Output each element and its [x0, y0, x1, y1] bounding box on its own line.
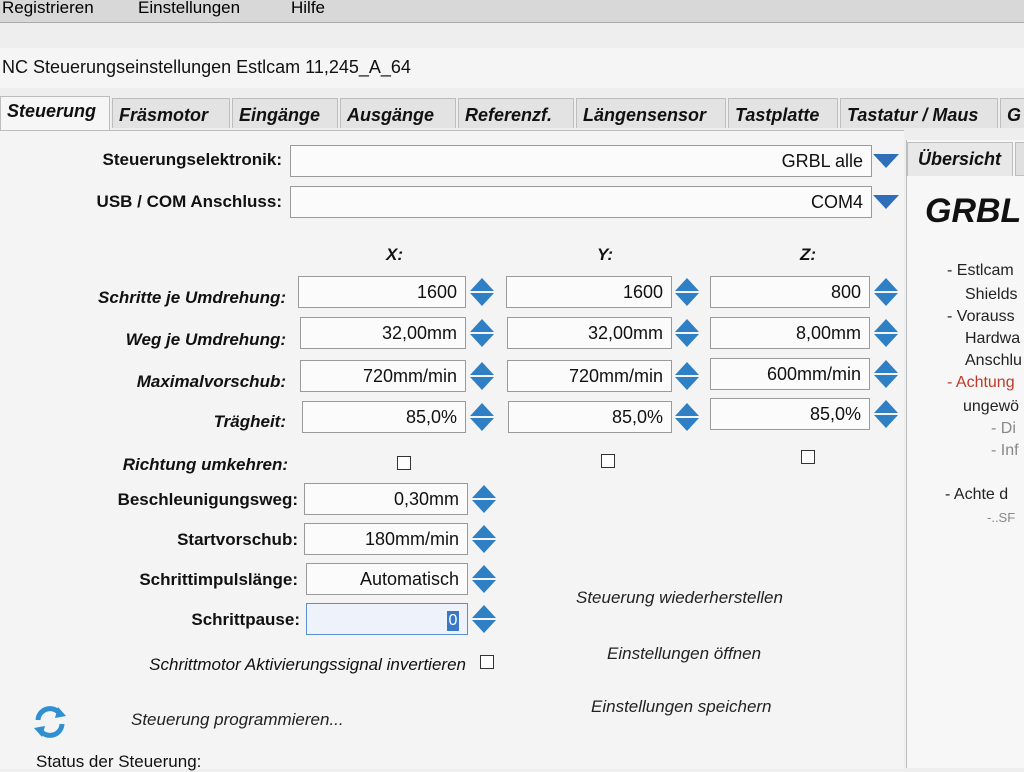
start-feed-label: Startvorschub: [177, 530, 298, 549]
step-pause-value: 0 [447, 611, 459, 631]
menu-registrieren[interactable]: Registrieren [2, 0, 94, 18]
menu-einstellungen[interactable]: Einstellungen [138, 0, 240, 18]
reverse-direction-label: Richtung umkehren: [122, 455, 288, 474]
chevron-down-icon[interactable] [873, 195, 899, 209]
inertia-label: Trägheit: [213, 412, 286, 431]
max-feed-label: Maximalvorschub: [136, 372, 286, 391]
step-pulse-length-label: Schrittimpulslänge: [139, 570, 298, 589]
steps-x-field[interactable]: 1600 [298, 276, 466, 308]
step-pause-field[interactable]: 0 [306, 603, 468, 635]
steps-per-rev-label: Schritte je Umdrehung: [98, 288, 286, 307]
info-panel: Übersicht GRBL - Estlcam Shields - Vorau… [906, 140, 1024, 768]
inertia-z-spinner[interactable] [874, 398, 898, 430]
info-line: -..SF [987, 510, 1016, 525]
max-feed-x-spinner[interactable] [470, 360, 494, 392]
max-feed-z-field[interactable]: 600mm/min [710, 358, 870, 390]
travel-z-spinner[interactable] [874, 317, 898, 349]
info-line: Anschlu [965, 352, 1022, 369]
tab-eingaenge[interactable]: Eingänge [232, 98, 338, 128]
max-feed-x-field[interactable]: 720mm/min [300, 360, 466, 392]
open-settings-button[interactable]: Einstellungen öffnen [607, 644, 761, 664]
start-feed-field[interactable]: 180mm/min [304, 523, 468, 555]
port-select[interactable]: COM4 [290, 186, 872, 218]
tab-info-second[interactable] [1015, 142, 1024, 176]
travel-z-field[interactable]: 8,00mm [710, 317, 870, 349]
column-header-z: Z: [800, 245, 817, 264]
info-line: - Di [991, 420, 1016, 437]
tab-fraesmotor[interactable]: Fräsmotor [112, 98, 230, 128]
travel-per-rev-label: Weg je Umdrehung: [125, 330, 286, 349]
controller-status-label: Status der Steuerung: [36, 752, 202, 771]
travel-x-spinner[interactable] [470, 317, 494, 349]
window-titlebar: NC Steuerungseinstellungen Estlcam 11,24… [0, 48, 1024, 88]
tab-laengensensor[interactable]: Längensensor [576, 98, 726, 128]
tab-more[interactable]: G [1000, 98, 1024, 128]
info-warning-line: - Achtung [947, 374, 1015, 391]
inertia-y-spinner[interactable] [675, 401, 699, 433]
tab-ausgaenge[interactable]: Ausgänge [340, 98, 456, 128]
info-line: - Vorauss [947, 308, 1015, 325]
info-line: Hardwa [965, 330, 1021, 347]
reverse-x-checkbox[interactable] [397, 456, 411, 470]
start-feed-spinner[interactable] [472, 523, 496, 555]
controller-select[interactable]: GRBL alle [290, 145, 872, 177]
tab-tastplatte[interactable]: Tastplatte [728, 98, 838, 128]
inertia-z-field[interactable]: 85,0% [710, 398, 870, 430]
travel-y-spinner[interactable] [675, 317, 699, 349]
steps-y-spinner[interactable] [675, 276, 699, 308]
travel-x-field[interactable]: 32,00mm [300, 317, 466, 349]
info-line: ungewö [963, 398, 1020, 415]
acceleration-distance-spinner[interactable] [472, 483, 496, 515]
acceleration-distance-label: Beschleunigungsweg: [117, 490, 298, 509]
inertia-x-spinner[interactable] [470, 401, 494, 433]
max-feed-y-field[interactable]: 720mm/min [507, 360, 672, 392]
info-line: Shields [965, 286, 1018, 303]
step-pause-label: Schrittpause: [191, 610, 300, 629]
column-header-x: X: [386, 245, 403, 264]
info-line: - Inf [991, 442, 1019, 459]
chevron-down-icon[interactable] [873, 154, 899, 168]
max-feed-z-spinner[interactable] [874, 358, 898, 390]
info-line: - Achte d [945, 486, 1009, 503]
refresh-icon[interactable] [30, 702, 70, 742]
step-pulse-length-field[interactable]: Automatisch [306, 563, 468, 595]
restore-controller-button[interactable]: Steuerung wiederherstellen [576, 588, 783, 608]
controller-label: Steuerungselektronik: [102, 150, 283, 169]
reverse-z-checkbox[interactable] [801, 450, 815, 464]
steps-x-spinner[interactable] [470, 276, 494, 308]
inertia-x-field[interactable]: 85,0% [302, 401, 466, 433]
invert-enable-signal-label: Schrittmotor Aktivierungssignal invertie… [149, 655, 466, 674]
steps-z-field[interactable]: 800 [710, 276, 870, 308]
window-title: NC Steuerungseinstellungen Estlcam 11,24… [2, 57, 411, 77]
menu-bar: Registrieren Einstellungen Hilfe [0, 0, 1024, 23]
menu-hilfe[interactable]: Hilfe [291, 0, 325, 18]
max-feed-y-spinner[interactable] [675, 360, 699, 392]
travel-y-field[interactable]: 32,00mm [507, 317, 672, 349]
tab-uebersicht[interactable]: Übersicht [907, 142, 1013, 176]
info-title: GRBL [925, 192, 1022, 230]
steps-y-field[interactable]: 1600 [506, 276, 672, 308]
tab-referenzf[interactable]: Referenzf. [458, 98, 574, 128]
inertia-y-field[interactable]: 85,0% [508, 401, 672, 433]
acceleration-distance-field[interactable]: 0,30mm [304, 483, 468, 515]
save-settings-button[interactable]: Einstellungen speichern [591, 697, 772, 717]
port-label: USB / COM Anschluss: [96, 192, 282, 211]
reverse-y-checkbox[interactable] [601, 454, 615, 468]
column-header-y: Y: [597, 245, 614, 264]
step-pulse-length-spinner[interactable] [472, 563, 496, 595]
steps-z-spinner[interactable] [874, 276, 898, 308]
tab-steuerung[interactable]: Steuerung [0, 96, 110, 130]
tab-tastatur-maus[interactable]: Tastatur / Maus [840, 98, 998, 128]
step-pause-spinner[interactable] [472, 603, 496, 635]
program-controller-button[interactable]: Steuerung programmieren... [131, 710, 344, 730]
tab-strip: Steuerung Fräsmotor Eingänge Ausgänge Re… [0, 96, 1024, 130]
invert-enable-signal-checkbox[interactable] [480, 655, 494, 669]
info-line: - Estlcam [947, 262, 1014, 279]
